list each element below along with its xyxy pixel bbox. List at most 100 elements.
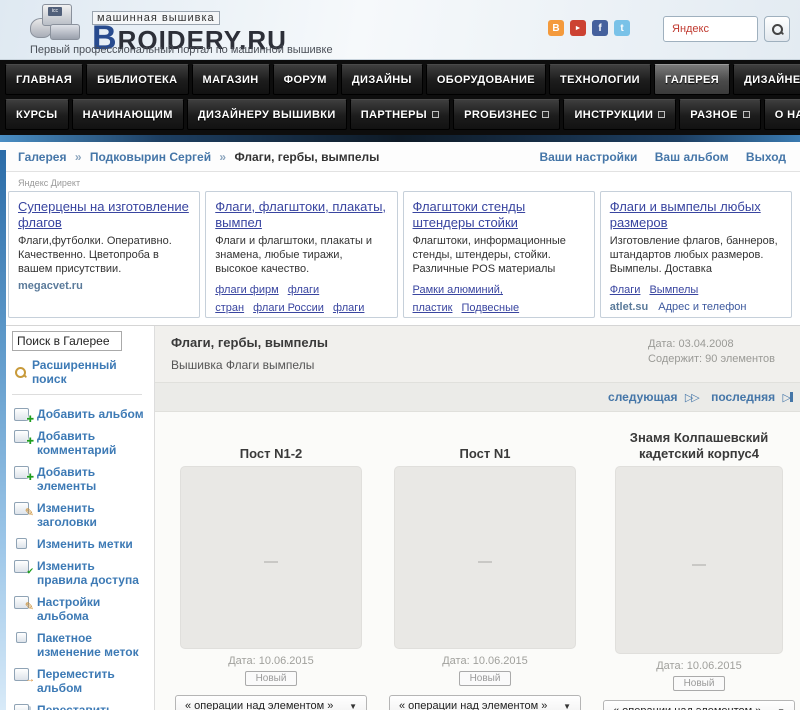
nav-instruktsii[interactable]: ИНСТРУКЦИИ <box>563 99 677 130</box>
album-item-3: Знамя Колпашевский кадетский корпус4 Дат… <box>601 426 797 710</box>
magnifier-icon <box>14 366 26 378</box>
ad-domain[interactable]: atlet.su <box>610 301 649 313</box>
ad-title-link[interactable]: Флагштоки стенды штендеры стойки <box>413 199 585 231</box>
next-page-link[interactable]: следующая <box>608 390 677 404</box>
nav-row-2: КУРСЫ НАЧИНАЮЩИМ ДИЗАЙНЕРУ ВЫШИВКИ ПАРТН… <box>5 99 800 130</box>
youtube-icon[interactable]: ► <box>570 20 586 36</box>
nav-raznoe[interactable]: РАЗНОЕ <box>679 99 761 130</box>
social-links: B ► f t <box>548 20 630 36</box>
action-move-album[interactable]: Переместить альбом <box>12 663 154 699</box>
content: Расширенный поиск Добавить альбом Добави… <box>0 326 800 710</box>
ad-body: Изготовление флагов, баннеров, штандарто… <box>609 235 778 275</box>
action-add-album[interactable]: Добавить альбом <box>12 403 154 425</box>
new-badge: Новый <box>244 671 298 686</box>
main-nav: ГЛАВНАЯ БИБЛИОТЕКА МАГАЗИН ФОРУМ ДИЗАЙНЫ… <box>0 60 800 135</box>
action-add-elements[interactable]: Добавить элементы <box>12 461 154 497</box>
ad-sublink[interactable]: флаги фирм <box>215 284 278 296</box>
twitter-icon[interactable]: t <box>614 20 630 36</box>
nav-kursy[interactable]: КУРСЫ <box>5 99 69 130</box>
search-input[interactable] <box>663 16 758 42</box>
site-tagline: Первый профессиональный портал по машинн… <box>30 44 333 56</box>
nav-nachinayushchim[interactable]: НАЧИНАЮЩИМ <box>71 99 184 130</box>
nav-glow-divider <box>0 135 800 142</box>
broken-image-icon <box>478 561 492 564</box>
site-header: icc машинная вышивка BROIDERY.RU Первый … <box>0 0 800 60</box>
pen-check-icon <box>14 560 34 577</box>
broken-image-icon <box>692 563 706 566</box>
album-main: Флаги, гербы, вымпелы Вышивка Флаги вымп… <box>155 326 800 710</box>
your-album-link[interactable]: Ваш альбом <box>655 150 729 164</box>
your-settings-link[interactable]: Ваши настройки <box>539 150 637 164</box>
dropdown-caret-icon: ▼ <box>349 701 357 710</box>
item-thumbnail[interactable] <box>615 466 783 654</box>
nav-glavnaya[interactable]: ГЛАВНАЯ <box>5 64 84 95</box>
action-batch-tags[interactable]: Пакетное изменение меток <box>12 627 154 663</box>
pen-icon <box>14 502 34 519</box>
ad-contact-link[interactable]: Адрес и телефон <box>658 301 746 313</box>
page: icc машинная вышивка BROIDERY.RU Первый … <box>0 0 800 710</box>
item-thumbnail[interactable] <box>394 466 576 649</box>
album-subtitle: Вышивка Флаги вымпелы <box>171 358 315 372</box>
nav-biblioteka[interactable]: БИБЛИОТЕКА <box>86 64 189 95</box>
page-pen-icon <box>14 596 34 613</box>
action-add-comment[interactable]: Добавить комментарий <box>12 425 154 461</box>
action-album-settings[interactable]: Настройки альбома <box>12 591 154 627</box>
nav-tehnologii[interactable]: ТЕХНОЛОГИИ <box>549 64 651 95</box>
nav-magazin[interactable]: МАГАЗИН <box>191 64 270 95</box>
advanced-search-link[interactable]: Расширенный поиск <box>14 358 154 386</box>
dropdown-marker-icon <box>658 111 666 118</box>
nav-oborudovanie[interactable]: ОБОРУДОВАНИЕ <box>425 64 547 95</box>
nav-forum[interactable]: ФОРУМ <box>272 64 338 95</box>
facebook-icon[interactable]: f <box>592 20 608 36</box>
nav-dizaynery[interactable]: ДИЗАЙНЕРЫ <box>733 64 800 95</box>
sidebar-divider <box>12 394 142 395</box>
dropdown-marker-icon <box>432 111 440 118</box>
action-edit-tags[interactable]: Изменить метки <box>12 533 154 555</box>
sidebar-actions: Добавить альбом Добавить комментарий Доб… <box>12 403 154 710</box>
breadcrumb-galereya[interactable]: Галерея <box>18 150 66 164</box>
pagination: следующая ▷▷ последняя ▷ <box>155 382 800 412</box>
nav-partnery[interactable]: ПАРТНЕРЫ <box>349 99 451 130</box>
action-rearrange-element[interactable]: Переставить элемент <box>12 699 154 710</box>
item-date: Дата: 10.06.2015 <box>228 655 314 667</box>
ad-sublink[interactable]: Вымпелы <box>649 284 698 296</box>
ad-sublink[interactable]: флаги России <box>253 302 324 314</box>
ad-title-link[interactable]: Флаги и вымпелы любых размеров <box>610 199 782 231</box>
item-title[interactable]: Знамя Колпашевский кадетский корпус4 <box>601 426 797 462</box>
ad-sublink[interactable]: Флаги <box>610 284 641 296</box>
item-operations-dropdown[interactable]: « операции над элементом » ▼ <box>603 700 795 710</box>
action-edit-access-rules[interactable]: Изменить правила доступа <box>12 555 154 591</box>
nav-o-nas[interactable]: О НАС <box>763 99 800 130</box>
last-page-icon[interactable]: ▷ <box>783 392 793 404</box>
item-title[interactable]: Пост N1-2 <box>240 426 303 462</box>
yandex-direct-label: Яндекс Директ <box>18 178 81 188</box>
ad-title-link[interactable]: Флаги, флагштоки, плакаты, вымпел <box>215 199 387 231</box>
search-button[interactable] <box>764 16 790 42</box>
ads-row: Суперцены на изготовление флагов Флаги,ф… <box>0 191 800 318</box>
breadcrumb-author[interactable]: Подковырин Сергей <box>90 150 211 164</box>
blogger-icon[interactable]: B <box>548 20 564 36</box>
item-title[interactable]: Пост N1 <box>460 426 511 462</box>
item-thumbnail[interactable] <box>180 466 362 649</box>
page-plus-icon <box>14 466 34 483</box>
next-page-icon[interactable]: ▷▷ <box>685 392 700 404</box>
item-operations-dropdown[interactable]: « операции над элементом » ▼ <box>175 695 367 710</box>
last-page-link[interactable]: последняя <box>711 390 775 404</box>
page-arrow-icon <box>14 668 35 685</box>
nav-probiznes[interactable]: PROБИЗНЕС <box>453 99 561 130</box>
gallery-search-input[interactable] <box>12 331 122 351</box>
nav-dizayneru-vyshivki[interactable]: ДИЗАЙНЕРУ ВЫШИВКИ <box>186 99 347 130</box>
item-operations-dropdown[interactable]: « операции над элементом » ▼ <box>389 695 581 710</box>
tag-icon <box>16 632 27 643</box>
logout-link[interactable]: Выход <box>746 150 786 164</box>
action-edit-titles[interactable]: Изменить заголовки <box>12 497 154 533</box>
nav-galereya[interactable]: ГАЛЕРЕЯ <box>653 64 731 95</box>
ad-domain[interactable]: megacvet.ru <box>18 280 83 292</box>
ad-title-link[interactable]: Суперцены на изготовление флагов <box>18 199 190 231</box>
ad-body: Флагштоки, информационные стенды, штенде… <box>412 235 566 275</box>
ad-megaflag: Флаги, флагштоки, плакаты, вымпел Флаги … <box>205 191 398 318</box>
nav-dizayny[interactable]: ДИЗАЙНЫ <box>340 64 423 95</box>
new-badge: Новый <box>458 671 512 686</box>
breadcrumb-separator: » <box>219 150 227 164</box>
breadcrumb-bar: Галерея » Подковырин Сергей » Флаги, гер… <box>0 142 800 172</box>
